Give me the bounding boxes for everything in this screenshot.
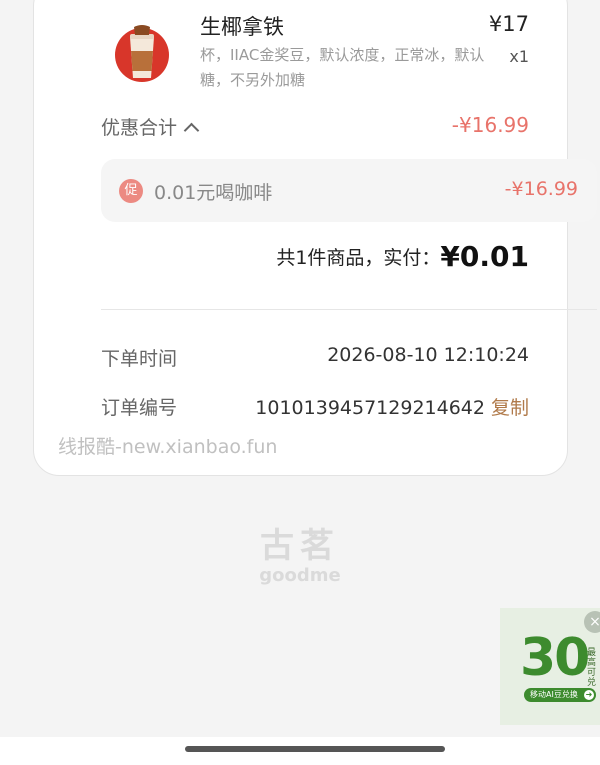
summary-text: 共1件商品，实付： (276, 247, 441, 269)
product-quantity: x1 (509, 47, 529, 66)
order-time-value: 2026-08-10 12:10:24 (327, 344, 529, 366)
system-nav-bar (0, 737, 600, 765)
chevron-up-icon (183, 122, 200, 139)
brand-logo: 古茗 goodme (0, 518, 600, 586)
discount-label: 优惠合计 (101, 117, 178, 139)
ad-button-label: 移动AI豆兑换 (530, 690, 578, 699)
arrow-right-icon: ➜ (584, 690, 594, 700)
discount-total: -¥16.99 (451, 113, 529, 137)
divider (101, 309, 597, 310)
ad-redeem-button[interactable]: 移动AI豆兑换 ➜ (524, 688, 596, 702)
copy-button[interactable]: 复制 (491, 397, 529, 419)
order-number-row: 1010139457129214642 复制 (255, 393, 529, 420)
home-indicator[interactable] (185, 746, 445, 752)
ad-number: 30 (520, 628, 590, 688)
promo-label: 0.01元喝咖啡 (154, 182, 273, 204)
promo-item: 促 0.01元喝咖啡 -¥16.99 (101, 159, 597, 222)
promo-badge-icon: 促 (119, 179, 143, 203)
watermark-text: 线报酷-new.xianbao.fun (58, 436, 278, 458)
promo-amount: -¥16.99 (504, 178, 578, 200)
payment-summary: 共1件商品，实付：¥0.01 (276, 240, 529, 273)
order-time-label: 下单时间 (101, 348, 178, 370)
order-card: 生椰拿铁 ¥17 杯，IIAC金奖豆，默认浓度，正常冰，默认糖，不另外加糖 x1… (33, 0, 597, 476)
product-description: 杯，IIAC金奖豆，默认浓度，正常冰，默认糖，不另外加糖 (200, 46, 485, 89)
ad-side-text: 最高可兑 (587, 648, 597, 688)
order-number-value: 1010139457129214642 (255, 397, 485, 419)
payment-total: ¥0.01 (440, 240, 529, 273)
order-number-label: 订单编号 (101, 397, 178, 419)
product-name: 生椰拿铁 (200, 15, 284, 39)
product-thumbnail (115, 25, 169, 82)
floating-ad[interactable]: × 30 最高可兑 移动AI豆兑换 ➜ (500, 608, 600, 725)
brand-name-cn: 古茗 (260, 526, 340, 566)
brand-name-en: goodme (259, 565, 341, 586)
discount-toggle[interactable]: 优惠合计 (101, 113, 200, 140)
product-price: ¥17 (488, 12, 529, 36)
